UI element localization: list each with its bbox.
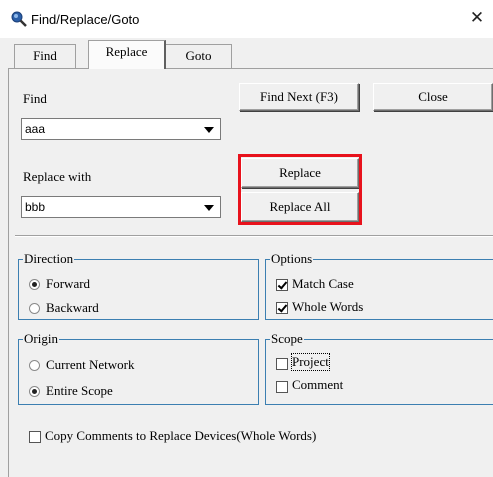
entire-scope-label: Entire Scope (46, 383, 113, 398)
whole-words-checkbox[interactable] (276, 302, 288, 314)
find-next-button[interactable]: Find Next (F3) (239, 83, 359, 111)
scope-group: Scope (265, 332, 493, 405)
tab-goto[interactable]: Goto (165, 44, 232, 68)
title-bar[interactable]: Find/Replace/Goto ✕ (0, 0, 493, 38)
highlight-annotation (238, 154, 362, 225)
close-button[interactable]: Close (373, 83, 493, 111)
window-title: Find/Replace/Goto (31, 12, 140, 27)
backward-radio[interactable] (29, 303, 40, 314)
entire-scope-radio[interactable] (29, 386, 40, 397)
forward-radio[interactable] (29, 279, 40, 290)
tab-find[interactable]: Find (14, 44, 76, 68)
current-network-label: Current Network (46, 357, 135, 372)
origin-title: Origin (23, 331, 59, 346)
magnifier-icon (11, 11, 27, 27)
options-title: Options (270, 251, 314, 266)
chevron-down-icon[interactable] (204, 205, 214, 211)
find-combobox[interactable]: aaa (21, 118, 221, 140)
whole-words-label: Whole Words (292, 299, 364, 314)
project-label: Project (291, 353, 330, 371)
chevron-down-icon[interactable] (204, 127, 214, 133)
tab-find-label: Find (33, 48, 57, 63)
find-value: aaa (25, 122, 46, 136)
tab-replace-label: Replace (105, 44, 148, 59)
close-icon[interactable]: ✕ (465, 6, 489, 30)
match-case-checkbox[interactable] (276, 279, 288, 291)
replace-with-combobox[interactable]: bbb (21, 196, 221, 218)
find-replace-goto-dialog: Find/Replace/Goto ✕ Find Replace Goto Fi… (0, 0, 493, 477)
scope-title: Scope (270, 331, 304, 346)
tab-replace[interactable]: Replace (88, 40, 166, 69)
divider (15, 235, 493, 237)
backward-label: Backward (46, 300, 99, 315)
find-next-label: Find Next (F3) (260, 89, 338, 104)
project-checkbox[interactable] (276, 358, 288, 370)
replace-with-value: bbb (25, 200, 46, 214)
copy-comments-checkbox[interactable] (29, 431, 41, 443)
direction-title: Direction (23, 251, 75, 266)
replace-with-label: Replace with (23, 169, 92, 184)
close-label: Close (418, 89, 448, 104)
copy-comments-label: Copy Comments to Replace Devices(Whole W… (45, 428, 317, 443)
find-label: Find (23, 91, 47, 106)
forward-label: Forward (46, 276, 91, 291)
current-network-radio[interactable] (29, 360, 40, 371)
tab-goto-label: Goto (185, 48, 212, 63)
tab-bar: Find Replace Goto (0, 38, 493, 69)
match-case-label: Match Case (292, 276, 354, 291)
comment-checkbox[interactable] (276, 381, 288, 393)
comment-label: Comment (292, 377, 344, 392)
